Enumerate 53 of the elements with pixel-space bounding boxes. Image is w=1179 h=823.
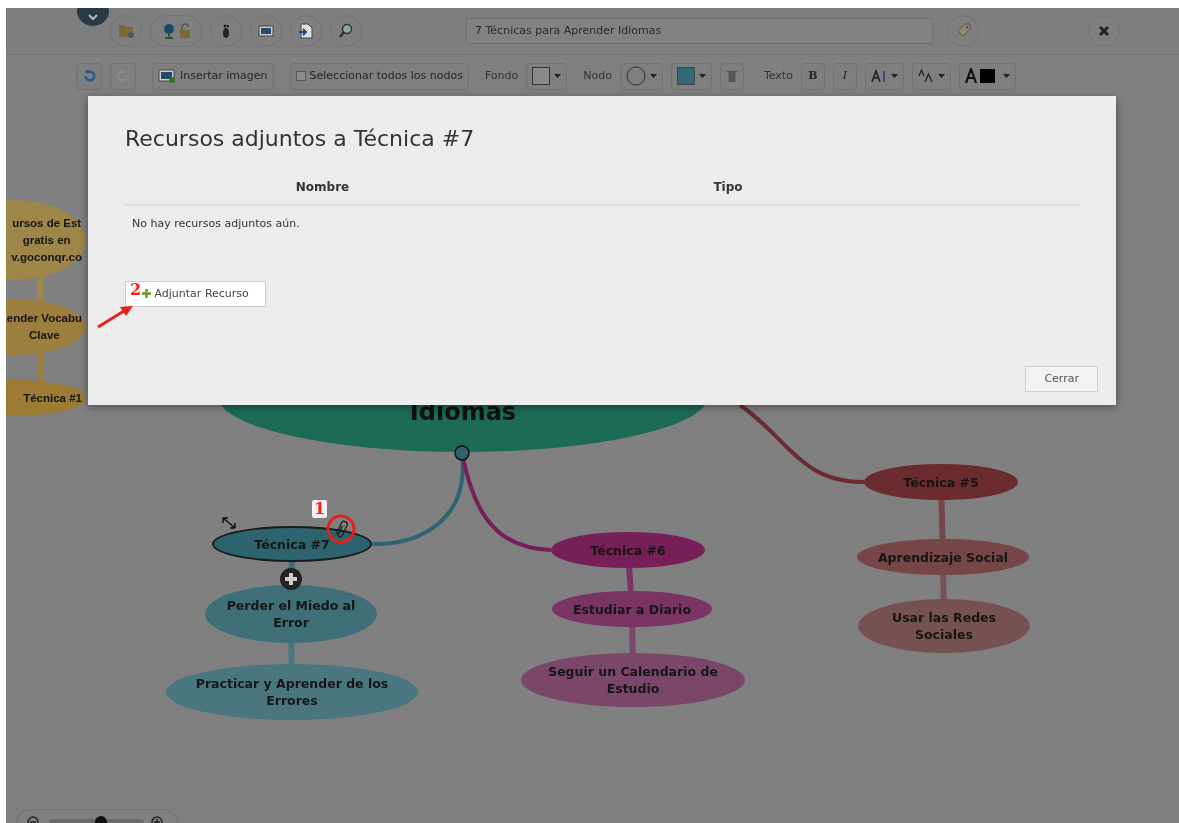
plus-icon xyxy=(142,289,151,299)
mind-map-node[interactable]: Técnica #1 xyxy=(6,380,86,416)
caret-icon xyxy=(937,74,945,78)
caret-icon xyxy=(890,74,898,78)
mind-map-node[interactable]: Técnica #7 xyxy=(212,526,372,562)
background-color-dropdown[interactable] xyxy=(526,62,568,90)
search-icon[interactable] xyxy=(337,22,355,40)
font-case-dropdown[interactable] xyxy=(911,62,951,90)
resize-icon[interactable] xyxy=(221,516,237,530)
checkbox[interactable] xyxy=(295,71,306,81)
picture-icon xyxy=(158,69,176,83)
node-shape-dropdown[interactable] xyxy=(619,62,663,90)
title-field[interactable]: 7 Técnicas para Aprender Idiomas xyxy=(466,18,933,44)
mind-map-node[interactable]: Usar las Redes Sociales xyxy=(858,599,1030,653)
node-color-dropdown[interactable] xyxy=(670,62,712,90)
mind-map-node[interactable]: Aprendizaje Social xyxy=(857,539,1029,575)
text-label: Texto xyxy=(763,67,793,84)
font-case-icon xyxy=(917,69,934,83)
text-size-dropdown[interactable] xyxy=(864,62,904,90)
insert-image-button[interactable]: Insertar imagen xyxy=(152,62,274,90)
annotation-arrow xyxy=(96,303,136,329)
chevron-down-icon xyxy=(88,14,98,20)
circle-icon xyxy=(625,66,646,86)
empty-message: No hay recursos adjuntos aún. xyxy=(131,216,301,233)
document-arrow-icon[interactable] xyxy=(297,22,315,40)
caret-icon xyxy=(649,74,657,78)
connection-handle-icon[interactable] xyxy=(453,444,471,462)
close-button[interactable]: Cerrar xyxy=(1025,365,1098,392)
annotation-number: 1 xyxy=(312,500,328,518)
caret-icon xyxy=(698,74,706,78)
mind-map-node[interactable]: ursos de Est gratis en v.goconqr.co xyxy=(6,200,86,280)
paperclip-icon[interactable] xyxy=(335,518,349,540)
mind-map-node[interactable]: Seguir un Calendario de Estudio xyxy=(521,653,745,707)
annotation-number: 2 xyxy=(130,282,142,298)
node-label: Nodo xyxy=(583,67,612,84)
column-header: Nombre xyxy=(294,179,351,197)
background-label: Fondo xyxy=(484,67,519,84)
text-color-dropdown[interactable] xyxy=(958,62,1016,90)
mind-map-node[interactable]: Estudiar a Diario xyxy=(552,591,712,627)
select-all-button[interactable]: Seleccionar todos los nodos xyxy=(289,62,469,90)
text-size-icon xyxy=(870,69,887,83)
mind-map-node[interactable]: Practicar y Aprender de los Errores xyxy=(166,664,418,720)
column-header: Tipo xyxy=(712,179,744,197)
mind-map-node[interactable]: Perder el Miedo al Error xyxy=(205,585,377,643)
dialog-title: Recursos adjuntos a Técnica #7 xyxy=(125,126,476,153)
bold-button[interactable]: B xyxy=(800,62,825,90)
picture-icon[interactable] xyxy=(257,22,275,40)
caret-icon xyxy=(1002,74,1010,78)
close-icon[interactable] xyxy=(1098,25,1110,37)
italic-button[interactable]: I xyxy=(832,62,857,90)
add-icon[interactable] xyxy=(280,568,302,590)
mind-map-node[interactable]: ender Vocabu Clave xyxy=(6,299,86,355)
caret-icon xyxy=(554,74,562,78)
